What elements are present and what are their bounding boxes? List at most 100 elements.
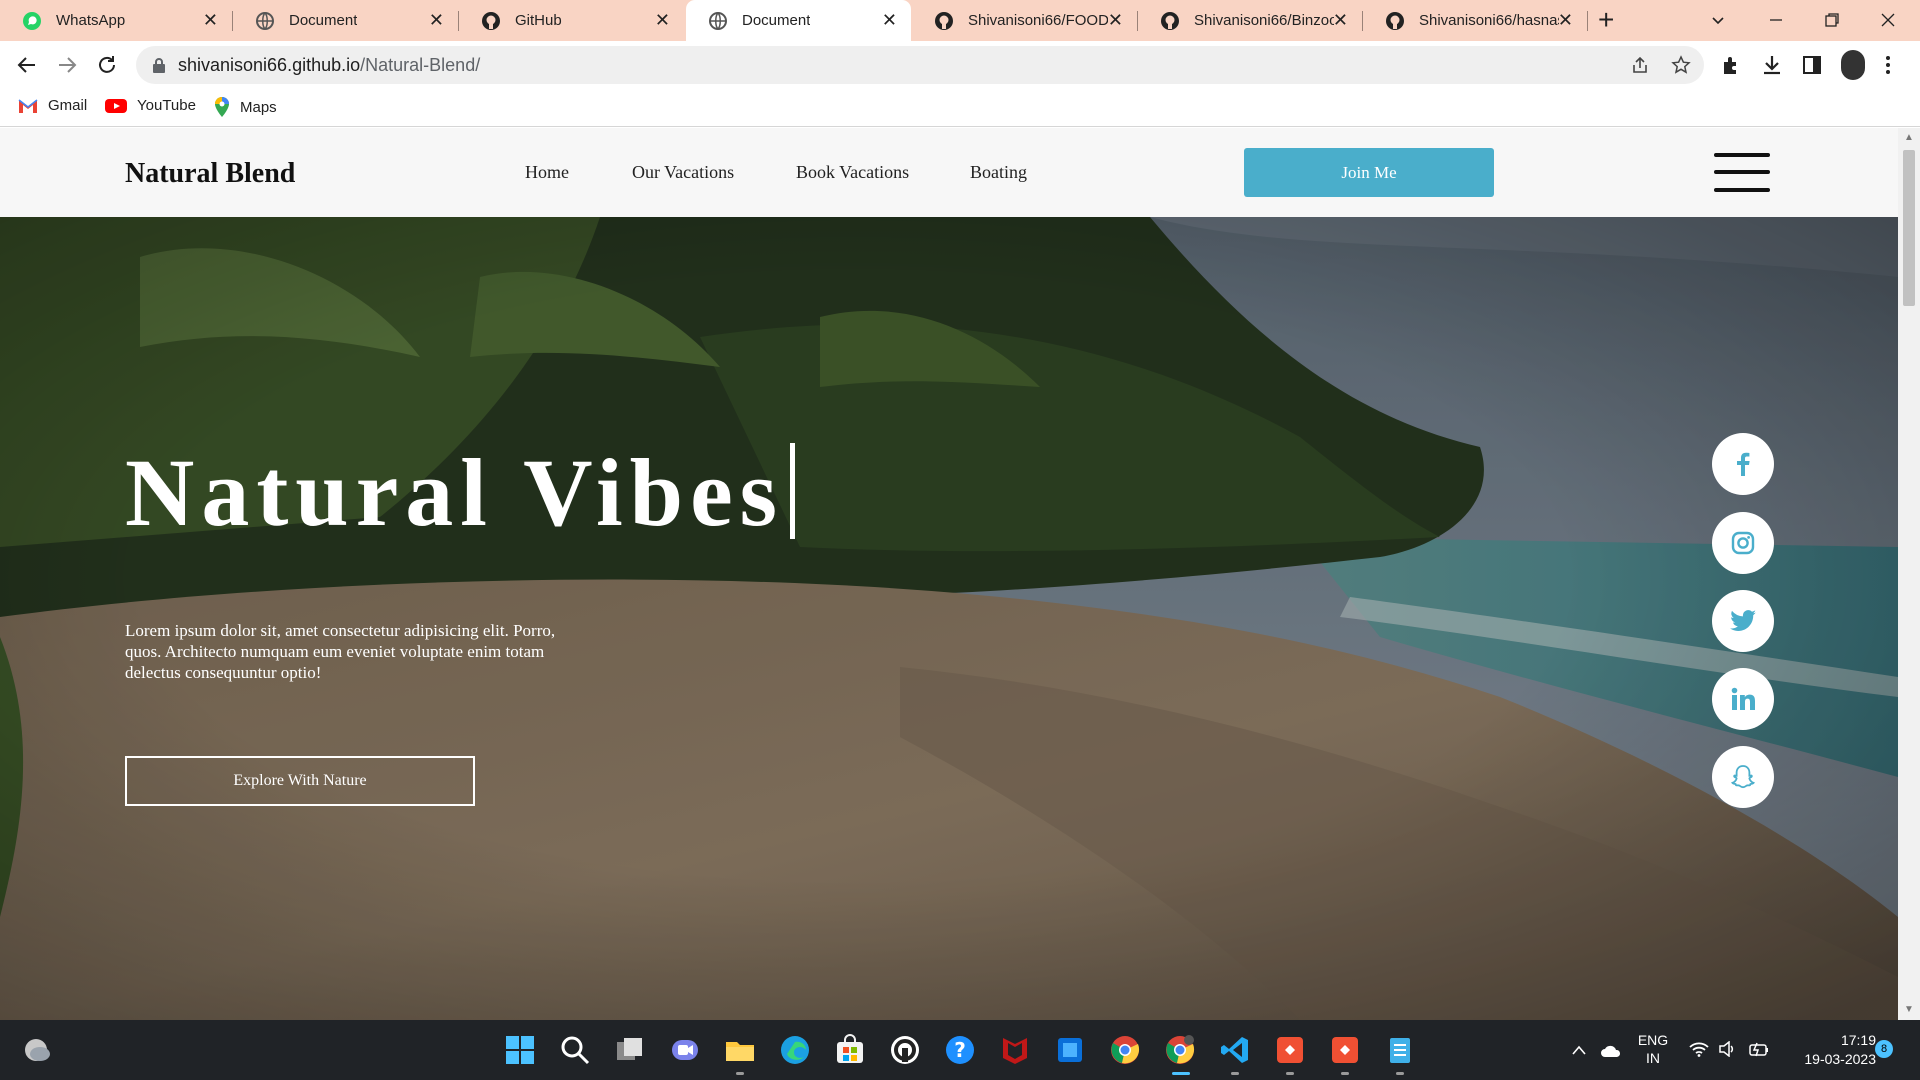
globe-icon: [256, 11, 274, 30]
git-app-icon[interactable]: [1329, 1034, 1361, 1066]
twitter-link[interactable]: [1712, 590, 1774, 652]
forward-button[interactable]: [53, 51, 81, 79]
site-logo[interactable]: Natural Blend: [125, 158, 295, 190]
scroll-down-arrow-icon[interactable]: ▼: [1904, 1004, 1914, 1015]
linkedin-link[interactable]: [1712, 668, 1774, 730]
help-icon[interactable]: ?: [944, 1034, 976, 1066]
store-icon[interactable]: [834, 1034, 866, 1066]
tab-title: GitHub: [515, 12, 562, 29]
tab-search-icon[interactable]: [1710, 12, 1726, 28]
running-indicator: [1341, 1072, 1349, 1075]
teams-chat-icon[interactable]: [669, 1034, 701, 1066]
weather-icon[interactable]: [22, 1036, 52, 1064]
taskbar: ? ENG IN 17:19 19-03-2023 8: [0, 1020, 1920, 1080]
arrow-left-icon: [17, 57, 35, 73]
side-panel-icon[interactable]: [1801, 54, 1823, 76]
notepad-icon[interactable]: [1384, 1034, 1416, 1066]
search-icon[interactable]: [559, 1034, 591, 1066]
edge-icon[interactable]: [779, 1034, 811, 1066]
news-app-icon[interactable]: [1054, 1034, 1086, 1066]
hero-section: Natural Vibes Lorem ipsum dolor sit, ame…: [0, 217, 1898, 1020]
lock-icon: [153, 58, 165, 73]
nav-our-vacations[interactable]: Our Vacations: [632, 162, 734, 183]
chrome-profile-icon[interactable]: [1164, 1034, 1196, 1066]
twitter-icon: [1730, 610, 1756, 631]
app-circle-icon[interactable]: [889, 1034, 921, 1066]
bookmark-maps[interactable]: Maps: [214, 97, 277, 117]
page-scrollbar[interactable]: ▲ ▼: [1898, 128, 1920, 1020]
close-tab-icon[interactable]: ✕: [1558, 11, 1573, 29]
site-header: Natural Blend Home Our Vacations Book Va…: [0, 128, 1898, 217]
close-tab-icon[interactable]: ✕: [882, 11, 897, 29]
tab-whatsapp[interactable]: WhatsApp ✕: [0, 0, 232, 41]
snapchat-link[interactable]: [1712, 746, 1774, 808]
browser-toolbar: shivanisoni66.github.io/Natural-Blend/: [0, 41, 1920, 89]
scrollbar-thumb[interactable]: [1903, 150, 1915, 306]
tab-strip: WhatsApp ✕ Document ✕ GitHub ✕ Document …: [0, 0, 1920, 41]
bookmarks-bar: Gmail YouTube Maps: [0, 89, 1920, 127]
instagram-link[interactable]: [1712, 512, 1774, 574]
share-icon[interactable]: [1630, 55, 1650, 75]
join-me-button[interactable]: Join Me: [1244, 148, 1494, 197]
tab-document-active[interactable]: Document ✕: [686, 0, 911, 41]
tab-document[interactable]: Document ✕: [233, 0, 458, 41]
nav-boating[interactable]: Boating: [970, 162, 1027, 183]
extensions-icon[interactable]: [1720, 54, 1742, 76]
close-tab-icon[interactable]: ✕: [1108, 11, 1123, 29]
close-tab-icon[interactable]: ✕: [1333, 11, 1348, 29]
address-bar[interactable]: shivanisoni66.github.io/Natural-Blend/: [136, 46, 1704, 84]
clock-date: 19-03-2023: [1804, 1051, 1876, 1067]
file-explorer-icon[interactable]: [724, 1034, 756, 1066]
vscode-icon[interactable]: [1219, 1034, 1251, 1066]
bookmark-star-icon[interactable]: [1671, 55, 1691, 75]
restore-icon[interactable]: [1824, 12, 1840, 28]
bookmark-gmail[interactable]: Gmail: [18, 97, 87, 114]
notification-badge[interactable]: 8: [1875, 1040, 1893, 1058]
maps-icon: [215, 97, 229, 117]
nav-home[interactable]: Home: [525, 162, 569, 183]
more-menu-icon[interactable]: [1884, 54, 1892, 76]
facebook-link[interactable]: [1712, 433, 1774, 495]
chevron-up-icon[interactable]: [1571, 1044, 1587, 1056]
tab-github[interactable]: GitHub ✕: [459, 0, 684, 41]
hamburger-menu-icon[interactable]: [1714, 153, 1770, 193]
github-icon: [482, 11, 500, 30]
clock[interactable]: 17:19 19-03-2023: [1786, 1031, 1876, 1069]
explore-with-nature-button[interactable]: Explore With Nature: [125, 756, 475, 806]
instagram-icon: [1731, 531, 1755, 555]
arrow-right-icon: [59, 57, 77, 73]
wifi-icon[interactable]: [1689, 1041, 1709, 1057]
download-icon[interactable]: [1761, 54, 1783, 76]
close-tab-icon[interactable]: ✕: [203, 11, 218, 29]
battery-icon[interactable]: [1748, 1041, 1770, 1057]
windows-start-icon[interactable]: [504, 1034, 536, 1066]
language-indicator[interactable]: ENG IN: [1636, 1031, 1670, 1067]
tab-github-hasnas[interactable]: Shivanisoni66/hasnas ✕: [1363, 0, 1587, 41]
close-tab-icon[interactable]: ✕: [655, 11, 670, 29]
volume-icon[interactable]: [1718, 1041, 1736, 1057]
bookmark-youtube[interactable]: YouTube: [105, 97, 196, 114]
close-window-icon[interactable]: [1880, 12, 1896, 28]
minimize-icon[interactable]: [1768, 12, 1784, 28]
task-view-icon[interactable]: [614, 1034, 646, 1066]
onedrive-cloud-icon[interactable]: [1600, 1042, 1622, 1058]
tab-title: Shivanisoni66/hasnas: [1419, 12, 1559, 29]
close-tab-icon[interactable]: ✕: [429, 11, 444, 29]
bookmark-label: YouTube: [137, 97, 196, 114]
running-indicator: [1286, 1072, 1294, 1075]
chrome-icon[interactable]: [1109, 1034, 1141, 1066]
web-page: Natural Blend Home Our Vacations Book Va…: [0, 128, 1920, 1020]
back-button[interactable]: [13, 51, 41, 79]
new-tab-button[interactable]: +: [1598, 6, 1614, 34]
url-text: shivanisoni66.github.io/Natural-Blend/: [178, 55, 480, 76]
scroll-up-arrow-icon[interactable]: ▲: [1904, 132, 1914, 143]
tab-github-foodie[interactable]: Shivanisoni66/FOODIE ✕: [912, 0, 1137, 41]
git-app-icon[interactable]: [1274, 1034, 1306, 1066]
reload-button[interactable]: [93, 51, 121, 79]
facebook-icon: [1737, 452, 1750, 476]
profile-avatar[interactable]: [1841, 50, 1865, 80]
mcafee-icon[interactable]: [999, 1034, 1031, 1066]
nav-book-vacations[interactable]: Book Vacations: [796, 162, 909, 183]
tab-github-binzoo[interactable]: Shivanisoni66/Binzoo ✕: [1138, 0, 1362, 41]
tab-title: WhatsApp: [56, 12, 126, 29]
